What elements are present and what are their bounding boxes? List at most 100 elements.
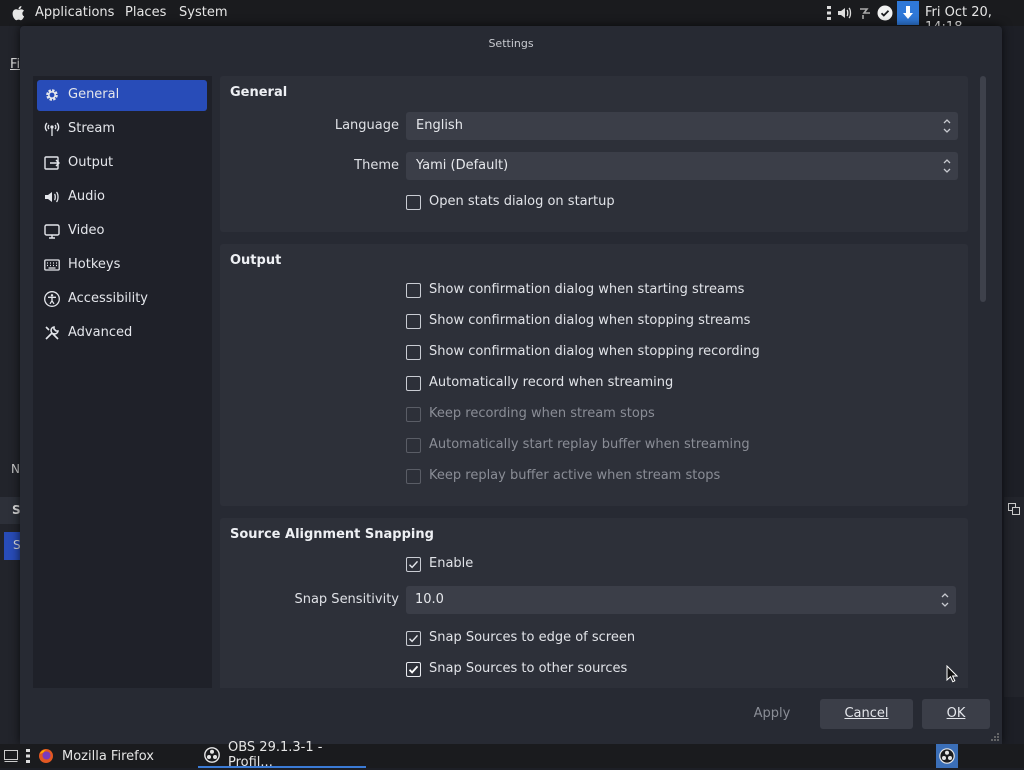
- more-vertical-icon[interactable]: [823, 3, 835, 23]
- check-circle-icon[interactable]: [876, 3, 894, 23]
- scrollbar-thumb[interactable]: [980, 76, 986, 302]
- sidebar-item-label: Accessibility: [68, 291, 148, 306]
- sidebar-item-label: General: [68, 87, 120, 102]
- sidebar-item-label: Audio: [68, 189, 105, 204]
- background-right-fragment: [1004, 497, 1024, 697]
- accessibility-icon: [44, 291, 60, 307]
- theme-label: Theme: [354, 158, 399, 173]
- checkbox-box: [406, 631, 421, 646]
- theme-value: Yami (Default): [416, 158, 509, 173]
- theme-select[interactable]: Yami (Default): [406, 152, 958, 180]
- drag-handle-icon[interactable]: [26, 744, 30, 768]
- checkbox-box: [406, 407, 421, 422]
- checkmark-icon: [408, 665, 419, 674]
- keep-replay-buffer-checkbox: Keep replay buffer active when stream st…: [406, 468, 806, 486]
- taskbar-item-obs[interactable]: OBS 29.1.3-1 - Profil...: [198, 740, 366, 770]
- background-label-fragment: N: [11, 462, 20, 476]
- ok-button[interactable]: OK: [922, 699, 990, 729]
- download-icon[interactable]: [897, 1, 919, 25]
- checkbox-label: Automatically start replay buffer when s…: [429, 437, 750, 452]
- checkbox-box: [406, 345, 421, 360]
- checkbox-box: [406, 438, 421, 453]
- snap-sensitivity-value: 10.0: [415, 592, 444, 607]
- menu-system[interactable]: System: [179, 5, 227, 20]
- language-select[interactable]: English: [406, 112, 958, 140]
- background-window: [0, 26, 20, 744]
- apple-logo-icon[interactable]: [12, 5, 26, 21]
- sidebar-item-label: Advanced: [68, 325, 133, 340]
- antenna-icon: [44, 121, 60, 137]
- checkbox-label: Show confirmation dialog when starting s…: [429, 282, 745, 297]
- sidebar-item-hotkeys[interactable]: Hotkeys: [37, 250, 207, 281]
- settings-sidebar: General Stream Output Audio Video Hotkey…: [33, 76, 212, 688]
- menu-applications[interactable]: Applications: [35, 5, 114, 20]
- sidebar-item-advanced[interactable]: Advanced: [37, 318, 207, 349]
- checkbox-label: Show confirmation dialog when stopping s…: [429, 313, 751, 328]
- output-group: Output Show confirmation dialog when sta…: [220, 244, 968, 506]
- confirm-stop-stream-checkbox[interactable]: Show confirmation dialog when stopping s…: [406, 313, 806, 331]
- background-selected-fragment: S: [4, 532, 21, 560]
- snap-sensitivity-label: Snap Sensitivity: [294, 592, 399, 607]
- sidebar-item-audio[interactable]: Audio: [37, 182, 207, 213]
- snap-other-sources-checkbox[interactable]: Snap Sources to other sources: [406, 661, 706, 679]
- obs-icon: [204, 747, 220, 763]
- snap-edge-checkbox[interactable]: Snap Sources to edge of screen: [406, 630, 706, 648]
- snapping-group: Source Alignment Snapping Enable Snap Se…: [220, 518, 968, 688]
- firefox-icon: [38, 748, 54, 764]
- gear-icon: [44, 87, 60, 103]
- confirm-stop-recording-checkbox[interactable]: Show confirmation dialog when stopping r…: [406, 344, 806, 362]
- updown-arrows-icon: [940, 116, 954, 136]
- checkbox-box: [406, 283, 421, 298]
- snapping-enable-checkbox[interactable]: Enable: [406, 556, 606, 574]
- sidebar-item-output[interactable]: Output: [37, 148, 207, 179]
- taskbar-item-firefox[interactable]: Mozilla Firefox: [38, 744, 154, 768]
- sidebar-item-label: Video: [68, 223, 105, 238]
- show-desktop-icon[interactable]: [4, 744, 18, 768]
- settings-content: General Language English Theme Yami (Def…: [220, 76, 970, 688]
- taskbar: Mozilla Firefox OBS 29.1.3-1 - Profil...: [0, 740, 1024, 770]
- checkbox-label: Enable: [429, 556, 474, 571]
- output-icon: [44, 155, 60, 171]
- updown-arrows-icon: [940, 156, 954, 176]
- sidebar-item-video[interactable]: Video: [37, 216, 207, 247]
- checkbox-label: Keep recording when stream stops: [429, 406, 655, 421]
- spin-arrows-icon[interactable]: [938, 590, 952, 610]
- obs-tray-icon[interactable]: [936, 744, 958, 768]
- group-title: General: [230, 85, 288, 100]
- sidebar-item-stream[interactable]: Stream: [37, 114, 207, 145]
- checkbox-label: Snap Sources to other sources: [429, 661, 628, 676]
- resize-grip-icon[interactable]: [990, 732, 1000, 742]
- keyboard-icon: [44, 257, 60, 273]
- settings-dialog: Settings General Stream Output Audio Vid…: [20, 26, 1002, 744]
- open-stats-checkbox[interactable]: Open stats dialog on startup: [406, 194, 706, 212]
- checkbox-label: Snap Sources to edge of screen: [429, 630, 636, 645]
- checkbox-box: [406, 376, 421, 391]
- taskbar-item-label: Mozilla Firefox: [62, 748, 154, 764]
- dialog-title: Settings: [488, 37, 534, 50]
- checkmark-icon: [409, 634, 419, 643]
- content-scrollbar[interactable]: [978, 76, 988, 688]
- speaker-icon: [44, 189, 60, 205]
- checkmark-icon: [409, 560, 419, 569]
- snap-sensitivity-spinbox[interactable]: 10.0: [406, 586, 956, 614]
- language-value: English: [416, 118, 463, 133]
- checkbox-box: [406, 195, 421, 210]
- taskbar-item-label: OBS 29.1.3-1 - Profil...: [228, 740, 323, 770]
- group-title: Source Alignment Snapping: [230, 527, 434, 542]
- checkbox-label: Keep replay buffer active when stream st…: [429, 468, 721, 483]
- general-group: General Language English Theme Yami (Def…: [220, 76, 968, 232]
- monitor-icon: [44, 223, 60, 239]
- cancel-button[interactable]: Cancel: [820, 699, 913, 729]
- confirm-start-stream-checkbox[interactable]: Show confirmation dialog when starting s…: [406, 282, 806, 300]
- menu-places[interactable]: Places: [125, 5, 166, 20]
- auto-replay-buffer-checkbox: Automatically start replay buffer when s…: [406, 437, 806, 455]
- network-icon[interactable]: [857, 3, 873, 23]
- group-title: Output: [230, 253, 282, 268]
- sidebar-item-accessibility[interactable]: Accessibility: [37, 284, 207, 315]
- checkbox-label: Automatically record when streaming: [429, 375, 674, 390]
- auto-record-checkbox[interactable]: Automatically record when streaming: [406, 375, 806, 393]
- sidebar-item-general[interactable]: General: [37, 80, 207, 111]
- volume-icon[interactable]: [836, 3, 854, 23]
- apply-button[interactable]: Apply: [734, 699, 810, 729]
- checkbox-box: [406, 662, 421, 677]
